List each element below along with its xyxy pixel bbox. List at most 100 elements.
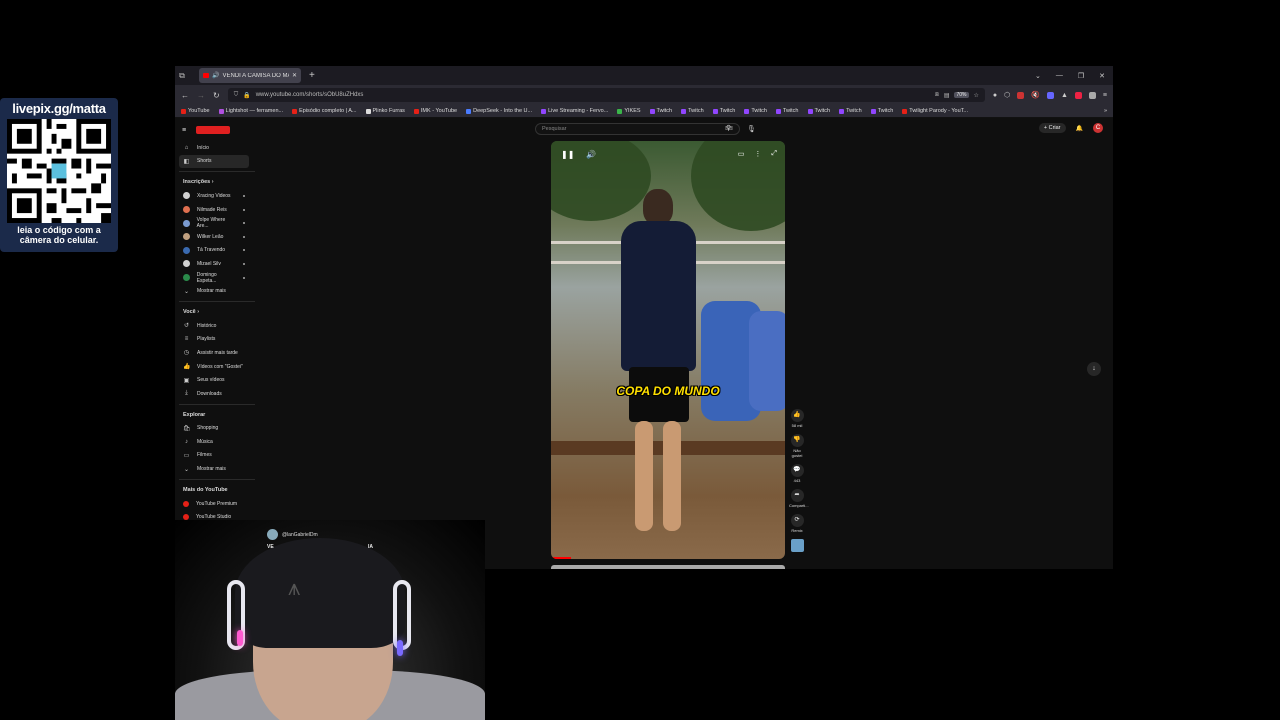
bookmark-item[interactable]: Live Streaming - Fervo...	[541, 108, 608, 114]
short-action-icon[interactable]: ⟳	[790, 514, 804, 527]
sidebar-item-explore[interactable]: ⌄ Mostrar mais	[175, 462, 255, 476]
next-short-preview[interactable]	[551, 565, 785, 569]
short-action[interactable]: 💬 443	[789, 464, 805, 483]
sidebar-item-you[interactable]: 👍 Vídeos com "Gostei"	[175, 360, 255, 374]
url-bar[interactable]: ⛉ 🔒 www.youtube.com/shorts/sObU8uZHdxs ⧈…	[227, 88, 985, 102]
sidebar-item-you[interactable]: ▣ Seus vídeos	[175, 373, 255, 387]
bookmark-item[interactable]: Twitch	[839, 108, 862, 114]
hamburger-menu-icon[interactable]: ≡	[182, 127, 186, 134]
short-action[interactable]: ⟳ Remix	[789, 514, 805, 533]
short-action-icon[interactable]: 👍	[790, 409, 804, 422]
bookmark-item[interactable]: IMK - YouTube	[413, 108, 457, 114]
tab-list-icon[interactable]: ⧉	[175, 71, 189, 81]
extension-a-icon[interactable]: ▲	[1061, 92, 1068, 99]
bookmark-item[interactable]: Plinko Furras	[365, 108, 405, 114]
search-icon[interactable]: ⚲	[726, 124, 731, 132]
zoom-level[interactable]: 70%	[954, 92, 969, 98]
bookmark-item[interactable]: YouTube	[181, 108, 210, 114]
extension-icon[interactable]	[1074, 91, 1082, 99]
subscriptions-header[interactable]: Inscrições ›	[175, 175, 255, 189]
sidebar-item-you[interactable]: ≡ Playlists	[175, 333, 255, 347]
sidebar-item-shorts[interactable]: ◧ Shorts	[179, 154, 249, 169]
subscription-item[interactable]: Wilker Leão	[175, 230, 255, 244]
tab-overflow-icon[interactable]: ⌄	[1035, 72, 1041, 80]
close-tab-icon[interactable]: ✕	[292, 72, 297, 79]
bookmark-item[interactable]: Twitch	[870, 108, 893, 114]
sidebar-item-explore[interactable]: ▭ Filmes	[175, 449, 255, 463]
fullscreen-icon[interactable]: ⤢	[771, 150, 777, 158]
minimize-icon[interactable]: —	[1056, 72, 1063, 80]
sidebar-item-you[interactable]: ◷ Assistir mais tarde	[175, 346, 255, 360]
pause-icon[interactable]: ❚❚	[561, 150, 574, 159]
lock-icon[interactable]: 🔒	[243, 92, 250, 99]
channel-avatar[interactable]	[267, 529, 278, 540]
active-tab[interactable]: 🔊 VENDI A CAMISA DO MAR ✕	[199, 68, 301, 83]
back-icon[interactable]: ←	[181, 91, 189, 100]
bookmark-item[interactable]: Twitch	[775, 108, 799, 114]
search-input[interactable]: Pesquisar ⌨	[535, 123, 740, 135]
bookmark-item[interactable]: Twitch	[807, 108, 830, 114]
short-action[interactable]: 👎 Não gostei	[789, 434, 805, 458]
sidebar-item-you[interactable]: ↺ Histórico	[175, 319, 255, 333]
url-text[interactable]: www.youtube.com/shorts/sObU8uZHdxs	[256, 92, 930, 98]
captions-icon[interactable]: ▭	[738, 150, 745, 158]
short-video-player[interactable]: COPA DO MUNDO ❚❚ 🔊 ▭ ⋮ ⤢	[551, 141, 785, 559]
bookmark-item[interactable]: Episódio completo | A...	[292, 108, 357, 114]
avatar[interactable]: C	[1093, 123, 1103, 133]
sidebar-item-more[interactable]: YouTube Premium	[175, 497, 255, 511]
reader-view-icon[interactable]: ▤	[944, 92, 950, 99]
more-options-icon[interactable]: ⋮	[754, 150, 761, 158]
you-header[interactable]: Você ›	[175, 305, 255, 319]
bookmark-item[interactable]: YIKES	[617, 108, 641, 114]
youtube-logo[interactable]	[196, 126, 231, 134]
subs-show-more[interactable]: ⌄ Mostrar mais	[175, 284, 255, 298]
short-action[interactable]: ➦ Comparti...	[789, 489, 809, 508]
reload-icon[interactable]: ↻	[213, 91, 220, 100]
microphone-icon[interactable]: 🎙	[747, 125, 756, 133]
bookmark-item[interactable]: Lightshot — ferramen...	[218, 108, 283, 114]
channel-name[interactable]: @lanGabrielDm	[282, 532, 318, 538]
maximize-icon[interactable]: ❐	[1078, 72, 1084, 80]
extension-icon[interactable]	[1046, 91, 1054, 99]
extension-icon[interactable]	[1017, 91, 1025, 99]
create-button[interactable]: + Criar	[1038, 123, 1066, 133]
short-action-icon[interactable]: 👎	[790, 434, 804, 447]
shield-icon[interactable]: ⛉	[234, 92, 239, 99]
subscription-item[interactable]: Mizael Silv	[175, 257, 255, 271]
notifications-bell-icon[interactable]: 🔔	[1076, 125, 1083, 132]
new-tab-button[interactable]: +	[309, 70, 315, 81]
subscription-item[interactable]: Domingo Espeta...	[175, 271, 255, 285]
short-action[interactable]: 👍 58 mil	[789, 409, 805, 428]
subscription-item[interactable]: Volpe Where Are...	[175, 216, 255, 230]
subscription-item[interactable]: Tá Travendo	[175, 244, 255, 258]
bookmark-item[interactable]: Twitch	[712, 108, 735, 114]
account-icon[interactable]: ●	[993, 92, 997, 99]
speaker-icon[interactable]: 🔊	[212, 72, 219, 79]
sound-thumbnail[interactable]	[790, 539, 804, 552]
bookmark-item[interactable]: Twitch	[681, 108, 704, 114]
volume-icon[interactable]: 🔊	[586, 150, 596, 159]
subscription-item[interactable]: Nilmade Reis	[175, 203, 255, 217]
extension-icon[interactable]	[1088, 91, 1096, 99]
bookmark-item[interactable]: Twitch	[744, 108, 767, 114]
progress-bar[interactable]	[551, 557, 571, 559]
subscription-item[interactable]: Xracing Videos	[175, 189, 255, 203]
short-action-icon[interactable]: 💬	[790, 464, 804, 477]
sidebar-item-incio[interactable]: ⌂ Início	[175, 141, 255, 155]
menu-icon[interactable]: ≡	[1103, 92, 1107, 99]
next-short-arrow-icon[interactable]: ↓	[1087, 362, 1101, 376]
sidebar-item-explore[interactable]: ♪ Música	[175, 435, 255, 449]
translate-icon[interactable]: ⧈	[935, 92, 939, 99]
sidebar-item-explore[interactable]: 🛍 Shopping	[175, 422, 255, 436]
close-window-icon[interactable]: ✕	[1099, 72, 1105, 80]
mute-icon[interactable]: 🔇	[1031, 91, 1040, 99]
sidebar-item-you[interactable]: ⤓ Downloads	[175, 387, 255, 401]
bookmark-star-icon[interactable]: ☆	[974, 92, 979, 99]
bookmark-item[interactable]: Twitch	[649, 108, 672, 114]
forward-icon[interactable]: →	[197, 91, 205, 100]
bookmark-item[interactable]: Twilight Parody - YouT...	[902, 108, 968, 114]
short-action-icon[interactable]: ➦	[790, 489, 804, 502]
bookmark-item[interactable]: DeepSeek - Into the U...	[466, 108, 532, 114]
extensions-icon[interactable]: ⬡	[1004, 91, 1010, 99]
bookmarks-overflow-icon[interactable]: »	[1104, 108, 1107, 114]
